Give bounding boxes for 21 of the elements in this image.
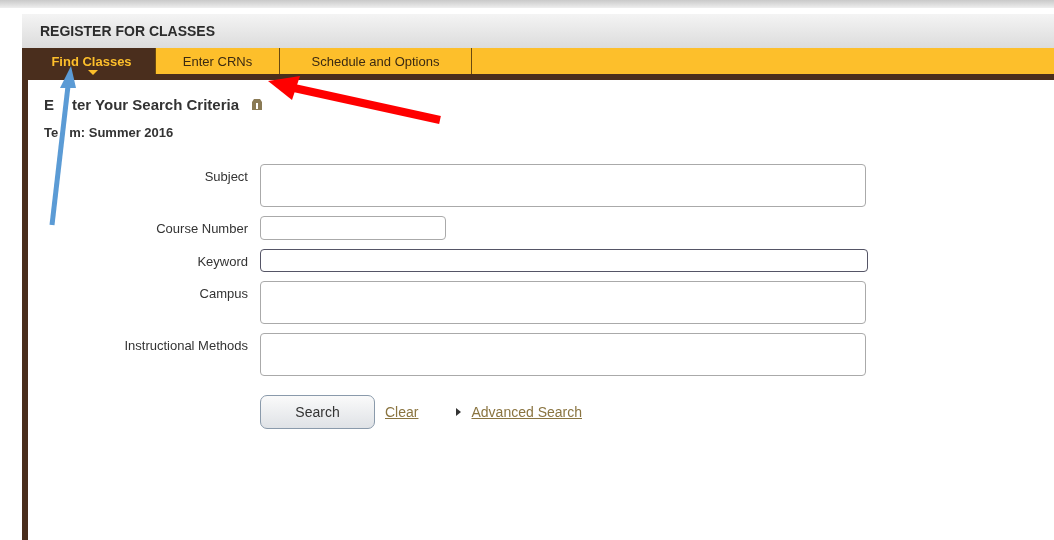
field-label: Course Number [155, 220, 248, 238]
input-field[interactable] [260, 281, 866, 324]
field-label: Campus [198, 285, 248, 303]
page-title: REGISTER FOR CLASSES [40, 23, 216, 39]
tab[interactable]: Find Classes [28, 48, 156, 74]
expand-icon [456, 408, 462, 416]
info-icon[interactable] [251, 98, 264, 111]
advanced-search-link[interactable]: Advanced Search [471, 404, 582, 420]
section-heading: ter Your Search Criteria [72, 96, 240, 113]
input-field[interactable] [260, 164, 866, 207]
input-field[interactable] [260, 249, 868, 272]
section-heading: E [44, 96, 54, 113]
clear-link[interactable]: Clear [385, 404, 419, 420]
input-field[interactable] [260, 333, 866, 376]
search-button[interactable]: Search [260, 395, 375, 429]
term-label: Te [44, 125, 59, 140]
field-label: Keyword [196, 253, 248, 271]
field-label: Subject [203, 168, 248, 186]
input-field[interactable] [260, 216, 446, 240]
term-label: m: Summer 2016 [69, 125, 174, 140]
field-label: Instructional Methods [123, 337, 248, 355]
